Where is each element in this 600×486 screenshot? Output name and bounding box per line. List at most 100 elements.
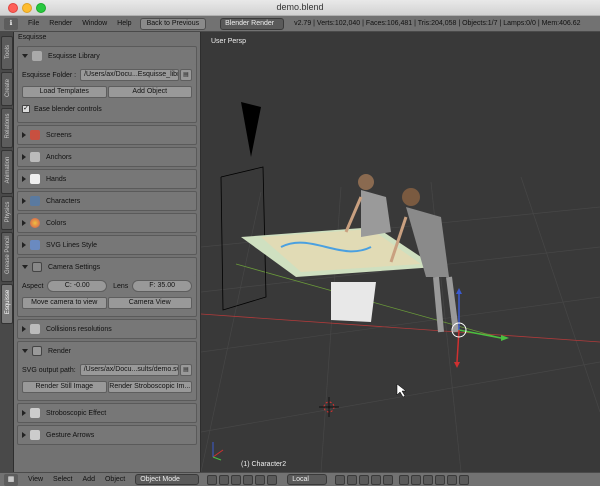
- camera-object[interactable]: [241, 102, 261, 157]
- render-stroboscopic-button[interactable]: Render Stroboscopic Im...: [107, 381, 192, 393]
- panel-title: Screens: [46, 131, 72, 139]
- camera-panel: Camera Settings Aspect C: -0.00 Lens F: …: [17, 257, 197, 317]
- panel-title: Characters: [46, 197, 81, 205]
- collapse-triangle-icon: [22, 132, 26, 138]
- 3d-cursor-icon[interactable]: [319, 397, 339, 417]
- svg-output-label: SVG output path:: [22, 366, 76, 374]
- lens-field[interactable]: F: 35.00: [132, 280, 192, 292]
- layer-button-icon[interactable]: [383, 474, 394, 485]
- hands-panel-header[interactable]: Hands: [18, 170, 196, 188]
- floor-grid: [201, 176, 600, 472]
- panel-title: SVG Lines Style: [46, 241, 97, 249]
- 3d-viewport[interactable]: User Persp (1) Character2: [201, 32, 600, 472]
- screens-panel: Screens: [17, 125, 197, 145]
- menu-select[interactable]: Select: [53, 476, 72, 483]
- interaction-mode-select[interactable]: Object Mode: [135, 474, 200, 485]
- panel-title: Camera Settings: [48, 263, 101, 271]
- folder-browse-icon[interactable]: ▤: [180, 69, 192, 81]
- panel-title: Hands: [46, 175, 67, 183]
- add-object-button[interactable]: Add Object: [107, 86, 192, 98]
- translate-manipulator-icon[interactable]: [243, 474, 254, 485]
- gesture-arrows-panel: Gesture Arrows: [17, 425, 197, 445]
- svg-output-field[interactable]: /Users/ax/Docu...sults/demo.svg: [79, 364, 179, 376]
- info-editor-icon[interactable]: ℹ: [4, 17, 18, 30]
- tool-shelf: Esquisse Esquisse Library Esquisse Folde…: [14, 32, 201, 472]
- layer-button-icon[interactable]: [347, 474, 358, 485]
- tab-physics[interactable]: Physics: [1, 196, 13, 230]
- svg-browse-icon[interactable]: ▤: [180, 364, 192, 376]
- svg-lines-panel-header[interactable]: SVG Lines Style: [18, 236, 196, 254]
- hand-icon: [30, 174, 40, 184]
- tab-create[interactable]: Create: [1, 72, 13, 106]
- lock-layers-icon[interactable]: [399, 474, 410, 485]
- snap-toggle-icon[interactable]: [423, 474, 434, 485]
- move-camera-to-view-button[interactable]: Move camera to view: [22, 297, 107, 309]
- info-header: ℹ File Render Window Help Back to Previo…: [0, 16, 600, 32]
- tab-relations[interactable]: Relations: [1, 108, 13, 148]
- opengl-render-icon[interactable]: [459, 474, 470, 485]
- render-panel: Render SVG output path: /Users/ax/Docu..…: [17, 341, 197, 401]
- anchors-panel-header[interactable]: Anchors: [18, 148, 196, 166]
- hands-panel: Hands: [17, 169, 197, 189]
- render-preview-icon[interactable]: [447, 474, 458, 485]
- menu-file[interactable]: File: [28, 20, 39, 27]
- shelf-header[interactable]: Esquisse: [14, 32, 200, 44]
- x-manipulator-arrow[interactable]: [456, 329, 460, 363]
- color-palette-icon: [30, 218, 40, 228]
- stroboscopic-panel-header[interactable]: Stroboscopic Effect: [18, 404, 196, 422]
- menu-view[interactable]: View: [28, 476, 43, 483]
- render-still-button[interactable]: Render Still Image: [22, 381, 107, 393]
- snap-element-icon[interactable]: [435, 474, 446, 485]
- layer-button-icon[interactable]: [335, 474, 346, 485]
- back-to-previous-button[interactable]: Back to Previous: [139, 17, 207, 30]
- colors-panel-header[interactable]: Colors: [18, 214, 196, 232]
- tab-animation[interactable]: Animation: [1, 150, 13, 194]
- panel-title: Anchors: [46, 153, 72, 161]
- collapse-triangle-icon: [22, 432, 26, 438]
- menu-help[interactable]: Help: [117, 20, 131, 27]
- character-1-head: [358, 174, 374, 190]
- render-panel-header[interactable]: Render: [18, 342, 196, 360]
- collapse-triangle-icon: [22, 154, 26, 160]
- characters-panel-header[interactable]: Characters: [18, 192, 196, 210]
- transform-orientation-select[interactable]: Local: [287, 474, 328, 485]
- library-panel-header[interactable]: Esquisse Library: [18, 47, 196, 65]
- z-arrow-head-icon: [456, 288, 462, 294]
- load-templates-button[interactable]: Load Templates: [22, 86, 107, 98]
- aspect-label: Aspect: [22, 282, 44, 290]
- manipulator-toggle-icon[interactable]: [231, 474, 242, 485]
- expand-triangle-icon: [22, 265, 28, 269]
- tab-tools[interactable]: Tools: [1, 36, 13, 70]
- menu-window[interactable]: Window: [82, 20, 107, 27]
- rotate-manipulator-icon[interactable]: [255, 474, 266, 485]
- tab-esquisse[interactable]: Esquisse: [1, 284, 13, 324]
- arrow-icon: [30, 430, 40, 440]
- menu-object[interactable]: Object: [105, 476, 125, 483]
- aspect-field[interactable]: C: -0.00: [47, 280, 108, 292]
- pivot-point-icon[interactable]: [219, 474, 230, 485]
- menu-add[interactable]: Add: [83, 476, 95, 483]
- camera-panel-header[interactable]: Camera Settings: [18, 258, 196, 276]
- tab-grease-pencil[interactable]: Grease Pencil: [1, 232, 13, 282]
- tab-label: Grease Pencil: [5, 236, 11, 274]
- viewport-shading-icon[interactable]: [207, 474, 218, 485]
- stroboscopic-panel: Stroboscopic Effect: [17, 403, 197, 423]
- collisions-panel-header[interactable]: Collisions resolutions: [18, 320, 196, 338]
- screens-panel-header[interactable]: Screens: [18, 126, 196, 144]
- x-axis-line: [201, 313, 600, 343]
- menu-render[interactable]: Render: [49, 20, 72, 27]
- render-engine-select[interactable]: Blender Render: [220, 17, 285, 30]
- editor-type-icon[interactable]: ▦: [4, 473, 18, 486]
- layer-button-icon[interactable]: [359, 474, 370, 485]
- table-leg[interactable]: [331, 282, 376, 322]
- scale-manipulator-icon[interactable]: [267, 474, 278, 485]
- layer-button-icon[interactable]: [371, 474, 382, 485]
- proportional-edit-icon[interactable]: [411, 474, 422, 485]
- window-title: demo.blend: [276, 2, 324, 12]
- ease-controls-checkbox[interactable]: ✓: [22, 105, 30, 113]
- folder-path-field[interactable]: /Users/ax/Docu...Esquisse_library: [80, 69, 179, 81]
- character-1[interactable]: [344, 174, 391, 237]
- camera-view-button[interactable]: Camera View: [107, 297, 192, 309]
- gesture-arrows-panel-header[interactable]: Gesture Arrows: [18, 426, 196, 444]
- character-2-leg: [433, 276, 444, 333]
